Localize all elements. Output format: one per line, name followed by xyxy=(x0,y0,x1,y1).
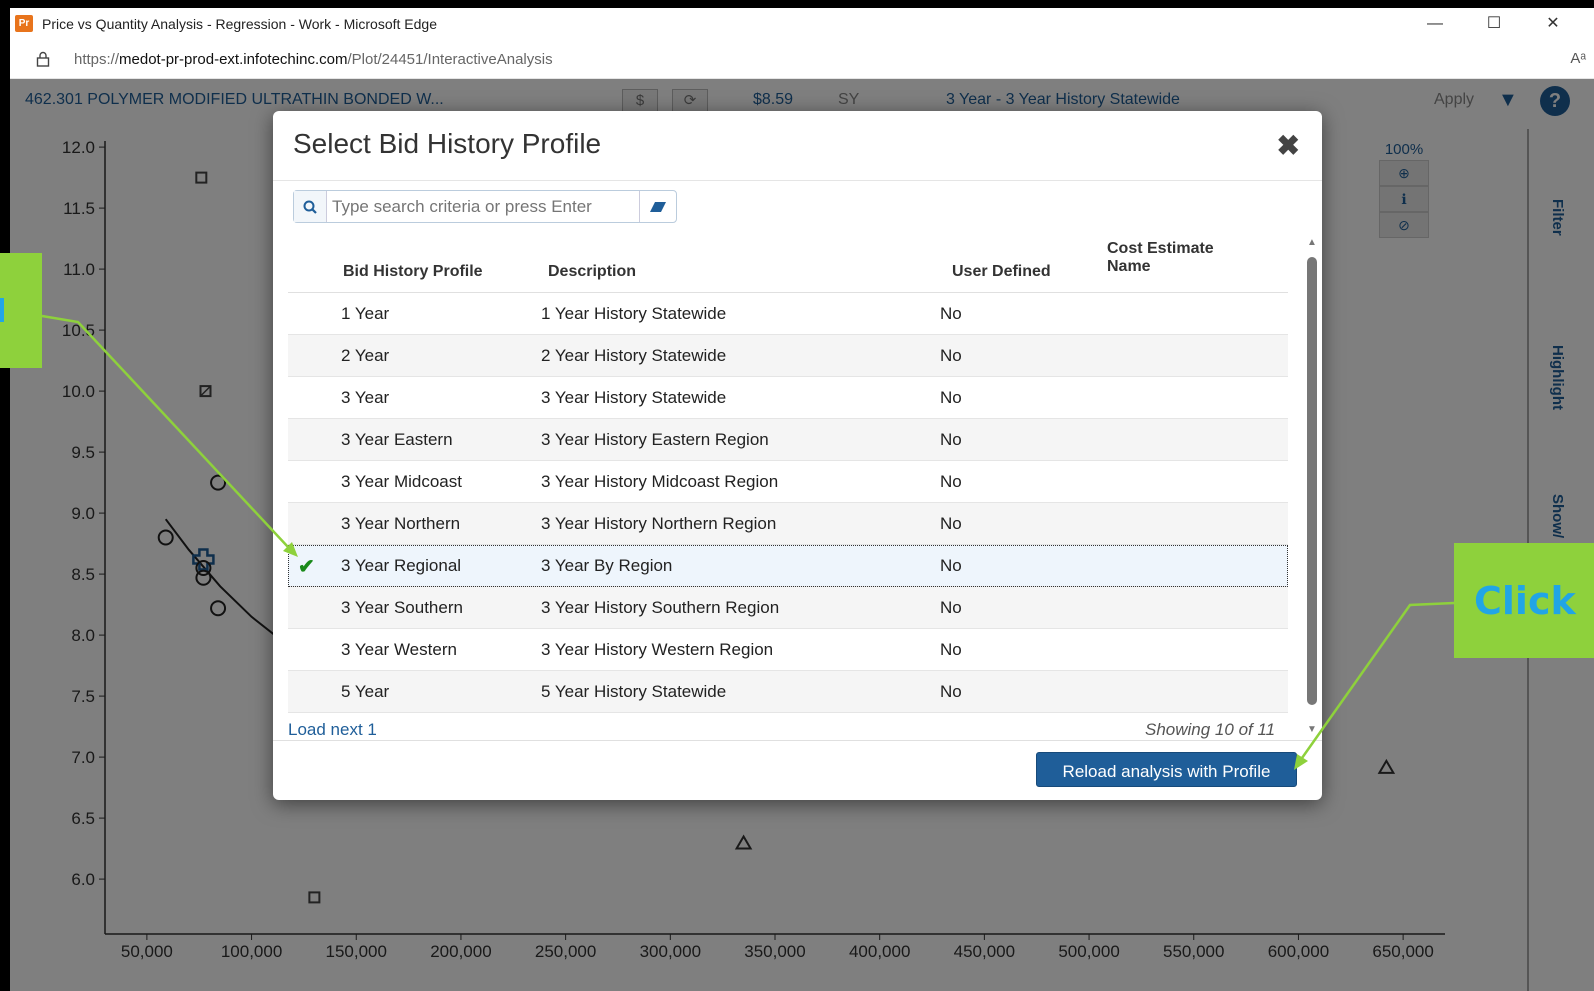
callout-arrows xyxy=(41,314,1455,770)
left-arrow-line xyxy=(41,314,289,548)
right-arrow-line xyxy=(1300,601,1455,759)
right-arrow-head xyxy=(1294,754,1308,770)
